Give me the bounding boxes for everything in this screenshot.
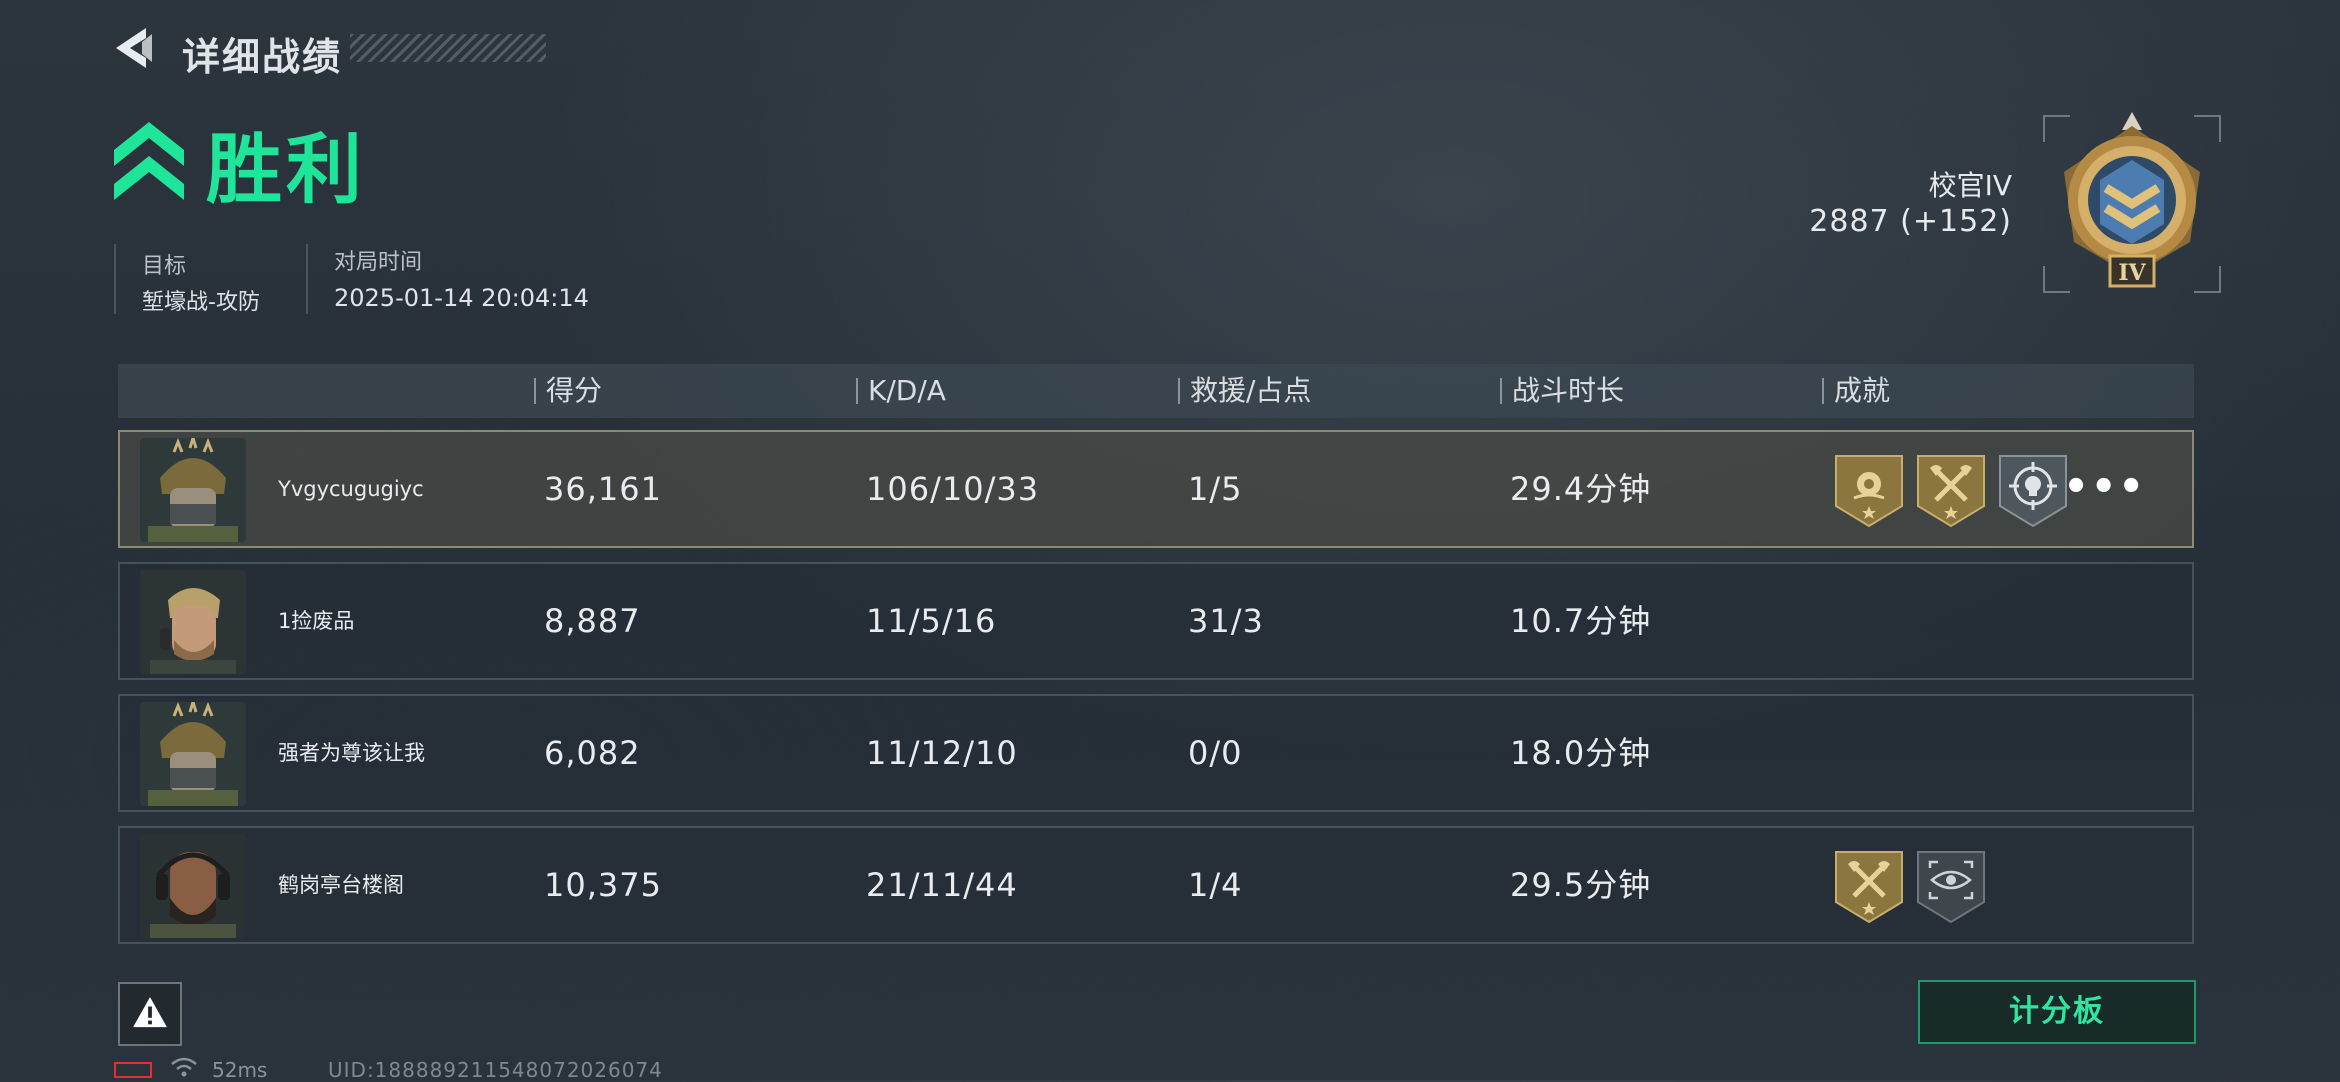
player-rescue-capture: 0/0: [1188, 734, 1243, 772]
eye-scope-badge-icon[interactable]: [1916, 850, 1986, 924]
player-kda: 106/10/33: [866, 470, 1040, 508]
wifi-icon: [171, 1057, 197, 1077]
time-label: 对局时间: [334, 250, 423, 275]
player-score: 6,082: [544, 734, 641, 772]
player-name: Yvgycugugiyc: [278, 477, 424, 501]
info-divider: [114, 244, 116, 314]
back-arrow-icon[interactable]: [112, 26, 158, 72]
player-duration: 10.7分钟: [1510, 602, 1652, 640]
player-score: 8,887: [544, 602, 641, 640]
info-divider: [306, 244, 308, 314]
player-rescue-capture: 1/4: [1188, 866, 1243, 904]
player-score: 36,161: [544, 470, 662, 508]
col-kda: K/D/A: [856, 364, 946, 418]
player-rescue-capture: 31/3: [1188, 602, 1264, 640]
battery-icon: [114, 1062, 152, 1078]
player-avatar: [140, 570, 246, 674]
page-title: 详细战绩: [182, 35, 343, 79]
title-decoration: [350, 34, 546, 62]
rank-emblem-icon[interactable]: IV: [2040, 112, 2224, 296]
rank-name: 校官IV: [1928, 169, 2012, 202]
player-duration: 29.5分钟: [1510, 866, 1652, 904]
more-options-button[interactable]: •••: [2063, 432, 2146, 546]
player-avatar: [140, 438, 246, 542]
user-uid: UID:1888892115480720260​74: [328, 1058, 663, 1082]
time-value: 2025-01-14 20:04:14: [334, 284, 589, 312]
col-rescue-capture: 救援/占点: [1178, 364, 1311, 418]
player-kda: 11/5/16: [866, 602, 997, 640]
table-row[interactable]: 强者为尊该让我 6,082 11/12/10 0/0 18.0分钟: [118, 694, 2194, 812]
report-warning-button[interactable]: [118, 982, 182, 1046]
col-score: 得分: [534, 364, 602, 418]
player-kda: 21/11/44: [866, 866, 1018, 904]
ping-readout: 52ms: [212, 1058, 268, 1082]
player-name: 1捡废品: [278, 609, 355, 633]
player-duration: 29.4分钟: [1510, 470, 1652, 508]
rank-numeral: IV: [2118, 260, 2146, 286]
player-name: 鹤岗亭台楼阁: [278, 873, 404, 897]
player-duration: 18.0分钟: [1510, 734, 1652, 772]
victory-chevron-icon: [114, 122, 184, 200]
mode-value: 堑壕战-攻防: [142, 290, 260, 315]
skull-crosshair-badge-icon[interactable]: [1998, 454, 2068, 528]
player-kda: 11/12/10: [866, 734, 1018, 772]
match-result: 胜利: [206, 125, 366, 214]
axe-badge-icon[interactable]: [1916, 454, 1986, 528]
col-duration: 战斗时长: [1500, 364, 1624, 418]
player-avatar: [140, 834, 246, 938]
table-row[interactable]: Yvgycugugiyc 36,161 106/10/33 1/5 29.4分钟…: [118, 430, 2194, 548]
col-achievements: 成就: [1822, 364, 1890, 418]
axe-badge-icon[interactable]: [1834, 850, 1904, 924]
rose-badge-icon[interactable]: [1834, 454, 1904, 528]
table-header: 得分 K/D/A 救援/占点 战斗时长 成就: [118, 364, 2194, 418]
player-name: 强者为尊该让我: [278, 741, 425, 765]
mode-label: 目标: [142, 254, 187, 279]
rank-score: 2887 (+152): [1809, 204, 2012, 239]
player-rescue-capture: 1/5: [1188, 470, 1243, 508]
player-avatar: [140, 702, 246, 806]
player-score: 10,375: [544, 866, 662, 904]
table-row[interactable]: 鹤岗亭台楼阁 10,375 21/11/44 1/4 29.5分钟: [118, 826, 2194, 944]
scoreboard-button[interactable]: 计分板: [1918, 980, 2196, 1044]
table-row[interactable]: 1捡废品 8,887 11/5/16 31/3 10.7分钟: [118, 562, 2194, 680]
